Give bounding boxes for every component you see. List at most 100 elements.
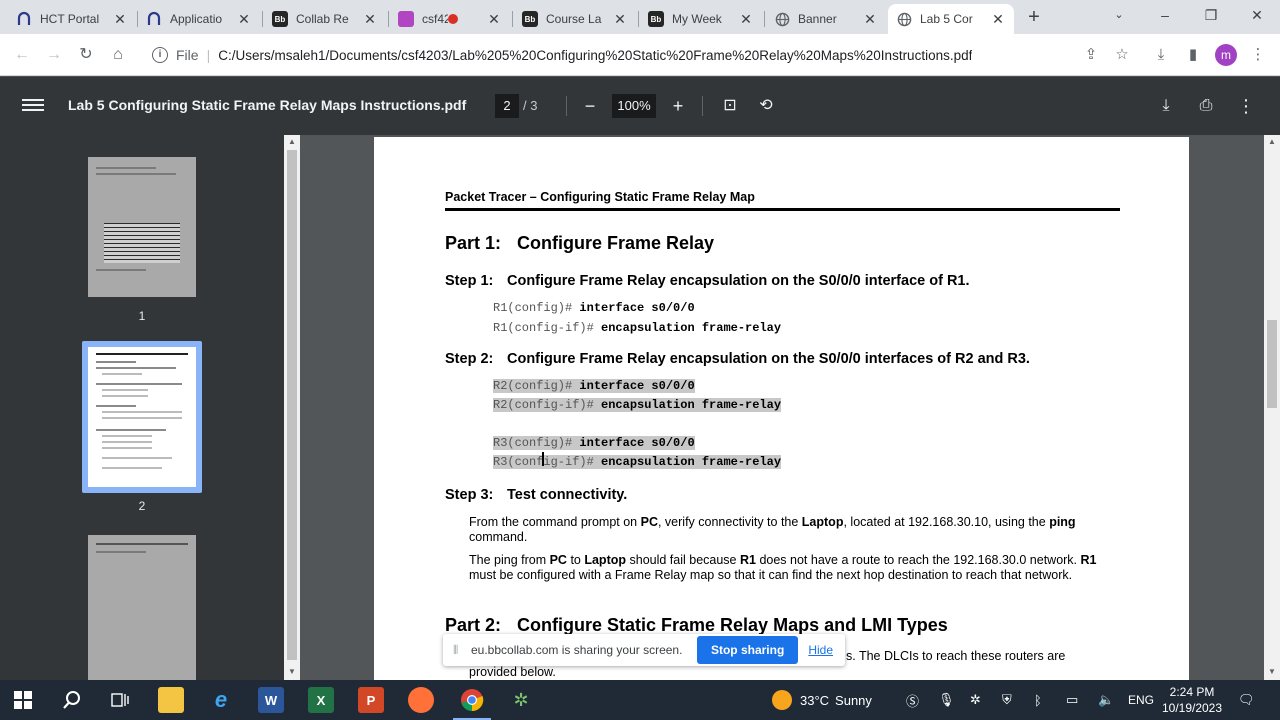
tab-hct-portal[interactable]: HCT Portal ✕ — [8, 4, 136, 34]
scroll-down-arrow-icon[interactable]: ▼ — [1268, 667, 1276, 676]
bluetooth-icon[interactable]: ᛒ — [1034, 680, 1042, 720]
close-icon[interactable]: ✕ — [738, 11, 754, 28]
zoom-in-button[interactable]: + — [665, 93, 691, 119]
fit-page-icon[interactable]: ⊡ — [717, 93, 743, 119]
close-icon[interactable]: ✕ — [236, 11, 252, 28]
tab-lab5-active[interactable]: Lab 5 Cor ✕ — [888, 4, 1014, 34]
close-icon[interactable]: ✕ — [612, 11, 628, 28]
heading-title: Configure Frame Relay encapsulation on t… — [507, 273, 970, 289]
microphone-icon[interactable]: 🎙 — [938, 680, 955, 720]
minimize-button[interactable]: – — [1150, 4, 1180, 26]
tab-csf42[interactable]: csf42 ✕ — [390, 4, 510, 34]
menu-icon[interactable] — [22, 96, 44, 116]
notifications-icon[interactable]: 🗨 — [1238, 680, 1255, 720]
close-window-button[interactable]: ✕ — [1242, 4, 1272, 26]
globe-icon — [774, 11, 790, 27]
tab-banner[interactable]: Banner ✕ — [766, 4, 886, 34]
download-icon[interactable]: ⤓ — [1150, 44, 1172, 66]
omnibox[interactable]: i File | C:/Users/msaleh1/Documents/csf4… — [142, 39, 1142, 71]
print-icon[interactable]: ⎙ — [1193, 93, 1219, 119]
back-button[interactable]: ← — [10, 43, 34, 67]
close-icon[interactable]: ✕ — [990, 11, 1006, 28]
tab-collab[interactable]: Bb Collab Re ✕ — [264, 4, 386, 34]
scrollbar-thumb[interactable] — [287, 150, 297, 660]
cli-prompt: R3(config)# — [493, 436, 573, 450]
tab-search-icon[interactable]: ⌄ — [1104, 4, 1134, 26]
weather-widget[interactable]: 33°C Sunny — [772, 680, 872, 720]
reload-button[interactable]: ↻ — [74, 43, 98, 67]
packet-tracer-icon[interactable]: ✲ — [508, 687, 534, 713]
page-thumbnail-3[interactable] — [88, 535, 196, 680]
close-icon[interactable]: ✕ — [486, 11, 502, 28]
code-line: R1(config)# interface s0/0/0 — [493, 301, 695, 315]
page-number-input[interactable]: 2 — [495, 94, 519, 118]
blackboard-icon: Bb — [522, 11, 538, 27]
zoom-out-button[interactable]: − — [577, 93, 603, 119]
new-tab-button[interactable]: + — [1022, 6, 1046, 30]
info-icon[interactable]: i — [152, 47, 168, 63]
stop-sharing-button[interactable]: Stop sharing — [696, 636, 799, 664]
pdf-viewer[interactable]: Packet Tracer – Configuring Static Frame… — [300, 135, 1264, 680]
hide-button[interactable]: Hide — [808, 643, 833, 657]
tab-separator — [638, 11, 639, 27]
code-line-selected: R2(config)# interface s0/0/0 — [493, 379, 695, 393]
bookmark-star-icon[interactable]: ☆ — [1111, 44, 1133, 66]
document-scrollbar[interactable]: ▲ ▼ — [1264, 135, 1280, 680]
part2-heading: Part 2: Configure Static Frame Relay Maps… — [445, 615, 948, 636]
search-icon[interactable] — [59, 687, 85, 713]
windows-start-icon[interactable] — [10, 687, 36, 713]
volume-icon[interactable]: 🔈 — [1098, 680, 1114, 720]
excel-icon[interactable]: X — [308, 687, 334, 713]
network-icon[interactable]: ▭ — [1066, 680, 1078, 720]
side-panel-icon[interactable]: ▮ — [1182, 44, 1204, 66]
paragraph: The ping from PC to Laptop should fail b… — [469, 553, 1097, 582]
tab-course[interactable]: Bb Course La ✕ — [514, 4, 636, 34]
scroll-up-arrow-icon[interactable]: ▲ — [288, 137, 296, 146]
scroll-down-arrow-icon[interactable]: ▼ — [288, 667, 296, 676]
tab-my-week[interactable]: Bb My Week ✕ — [640, 4, 762, 34]
profile-avatar[interactable]: m — [1215, 44, 1237, 66]
page-thumbnail-1[interactable] — [88, 157, 196, 297]
security-shield-icon[interactable]: ⛨ — [1002, 680, 1012, 720]
code-line: R1(config-if)# encapsulation frame-relay — [493, 321, 781, 335]
more-options-icon[interactable]: ⋮ — [1233, 93, 1259, 119]
file-explorer-icon[interactable] — [158, 687, 184, 713]
drag-handle-icon[interactable]: ⦀ — [453, 643, 461, 658]
sidebar-scrollbar[interactable]: ▲ ▼ — [284, 135, 300, 680]
powerpoint-icon[interactable]: P — [358, 687, 384, 713]
skype-icon[interactable]: Ⓢ — [906, 680, 919, 720]
close-icon[interactable]: ✕ — [862, 11, 878, 28]
cli-command: encapsulation frame-relay — [601, 398, 782, 412]
zoom-input[interactable]: 100% — [612, 94, 656, 118]
close-icon[interactable]: ✕ — [112, 11, 128, 28]
scrollbar-thumb[interactable] — [1267, 320, 1277, 408]
toolbar-divider — [566, 96, 567, 116]
language-indicator[interactable]: ENG — [1128, 680, 1154, 720]
cli-prompt: R1(config-if)# — [493, 321, 594, 335]
cli-command: encapsulation frame-relay — [601, 455, 782, 469]
more-menu-icon[interactable]: ⋮ — [1247, 44, 1269, 66]
restore-button[interactable]: ❐ — [1196, 4, 1226, 26]
share-icon[interactable]: ⇪ — [1080, 44, 1102, 66]
tab-application[interactable]: Applicatio ✕ — [138, 4, 260, 34]
pdf-page: Packet Tracer – Configuring Static Frame… — [374, 137, 1189, 680]
rotate-icon[interactable]: ⟲ — [753, 93, 779, 119]
scroll-up-arrow-icon[interactable]: ▲ — [1268, 137, 1276, 146]
home-button[interactable]: ⌂ — [106, 43, 130, 67]
pdf-toolbar: Lab 5 Configuring Static Frame Relay Map… — [0, 77, 1280, 135]
system-clock[interactable]: 2:24 PM 10/19/2023 — [1160, 684, 1224, 716]
download-icon[interactable]: ⤓ — [1153, 93, 1179, 119]
chrome-icon[interactable] — [459, 687, 485, 713]
tab-separator — [512, 11, 513, 27]
clock-time: 2:24 PM — [1169, 685, 1215, 699]
edge-icon[interactable]: e — [208, 687, 234, 713]
task-view-icon[interactable] — [107, 687, 133, 713]
page-thumbnail-2[interactable] — [88, 347, 196, 487]
screen-share-banner: ⦀ eu.bbcollab.com is sharing your screen… — [443, 634, 845, 666]
close-icon[interactable]: ✕ — [362, 11, 378, 28]
word-icon[interactable]: W — [258, 687, 284, 713]
tray-app-icon[interactable]: ✲ — [970, 680, 981, 720]
hct-logo-icon — [16, 11, 32, 27]
firefox-icon[interactable] — [408, 687, 434, 713]
forward-button[interactable]: → — [42, 43, 66, 67]
